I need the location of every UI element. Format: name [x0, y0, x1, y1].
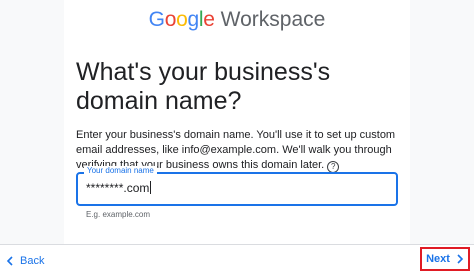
- next-button[interactable]: Next: [420, 247, 470, 271]
- back-button[interactable]: Back: [6, 252, 44, 270]
- domain-field-label: Your domain name: [84, 166, 157, 176]
- header: Google Workspace: [0, 7, 474, 33]
- description-text: Enter your business's domain name. You'l…: [76, 129, 396, 171]
- domain-hint: E.g. example.com: [86, 210, 151, 219]
- google-logo: Google: [148, 8, 215, 31]
- left-margin: [0, 0, 64, 245]
- footer-divider: [0, 244, 474, 245]
- right-margin: [410, 0, 474, 245]
- signup-page: Google Workspace What's your business's …: [0, 0, 474, 277]
- main-content: What's your business's domain name? Ente…: [76, 58, 402, 173]
- chevron-left-icon: [6, 256, 13, 266]
- domain-input-value: ********.com: [86, 181, 150, 195]
- back-button-label: Back: [20, 255, 45, 267]
- next-button-label: Next: [426, 253, 450, 265]
- text-caret: [150, 181, 152, 194]
- domain-field[interactable]: Your domain name ********.com: [76, 166, 398, 206]
- product-name: Workspace: [220, 8, 326, 31]
- chevron-right-icon: [457, 254, 464, 264]
- domain-input[interactable]: ********.com: [86, 181, 152, 195]
- page-title: What's your business's domain name?: [76, 58, 331, 115]
